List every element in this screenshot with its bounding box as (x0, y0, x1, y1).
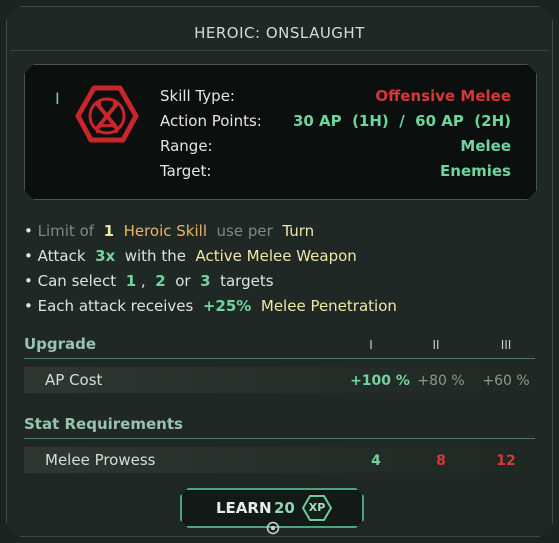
bullet-number: 1 (103, 222, 115, 240)
bullet-targets: • Can select 1 , 2 or 3 targets (24, 272, 274, 290)
stat-requirements-heading: Stat Requirements (24, 415, 183, 433)
tier-mark: I (55, 89, 60, 108)
bullet-attack: • Attack 3x with the Active Melee Weapon (24, 247, 357, 265)
skill-title: HEROIC: ONSLAUGHT (194, 24, 365, 42)
melee-prowess-tier-2: 8 (436, 453, 446, 469)
controller-focus-icon (266, 521, 280, 535)
ap-cost-tier-3: +60 % (482, 373, 530, 389)
range-label: Range: (160, 137, 213, 155)
skill-type-value: Offensive Melee (375, 87, 511, 105)
melee-prowess-tier-1: 4 (371, 453, 381, 469)
crossed-swords-emblem-icon (75, 85, 139, 143)
bullet-text: Attack (37, 247, 86, 265)
target-label: Target: (160, 162, 212, 180)
requirements-divider (24, 438, 535, 439)
bullet-text: or (175, 272, 191, 290)
learn-button-label[interactable]: LEARN (216, 499, 272, 517)
melee-prowess-label: Melee Prowess (45, 451, 156, 469)
bullet-keyword: Melee Penetration (260, 297, 397, 315)
bullet-number: 3x (95, 247, 116, 265)
skill-type-label: Skill Type: (160, 87, 235, 105)
bullet-penetration: • Each attack receives +25% Melee Penetr… (24, 297, 397, 315)
ap-cost-tier-2: +80 % (417, 373, 465, 389)
upgrade-column-iii: III (500, 338, 512, 352)
bullet-number: 2 (155, 272, 166, 290)
bullet-text: targets (220, 272, 274, 290)
bullet-number: +25% (202, 297, 252, 315)
bullet-text: Can select (37, 272, 117, 290)
bullet-keyword: Heroic Skill (123, 222, 207, 240)
bullet-separator: , (140, 272, 146, 290)
ap-cost-tier-1: +100 % (350, 373, 410, 389)
bullet-text: with the (124, 247, 186, 265)
upgrade-heading: Upgrade (24, 335, 97, 353)
target-value: Enemies (440, 162, 511, 180)
bullet-text: use per (216, 222, 273, 240)
bullet-text: Each attack receives (37, 297, 194, 315)
range-value: Melee (460, 137, 511, 155)
bullet-limit: • Limit of 1 Heroic Skill use per Turn (24, 222, 315, 240)
melee-prowess-tier-3: 12 (496, 453, 516, 469)
bullet-number: 1 (125, 272, 137, 290)
bullet-text: Limit of (37, 222, 95, 240)
action-points-label: Action Points: (160, 112, 262, 130)
title-divider (10, 50, 549, 51)
upgrade-column-i: I (369, 338, 373, 352)
action-points-value: 30 AP (1H) / 60 AP (2H) (292, 112, 511, 130)
xp-label: XP (308, 501, 326, 514)
bullet-keyword: Turn (282, 222, 315, 240)
ap-cost-label: AP Cost (45, 371, 103, 389)
upgrade-column-ii: II (432, 338, 440, 352)
bullet-keyword: Active Melee Weapon (195, 247, 357, 265)
learn-cost: 20 (274, 499, 295, 517)
upgrade-divider (24, 358, 535, 359)
bullet-number: 3 (200, 272, 211, 290)
